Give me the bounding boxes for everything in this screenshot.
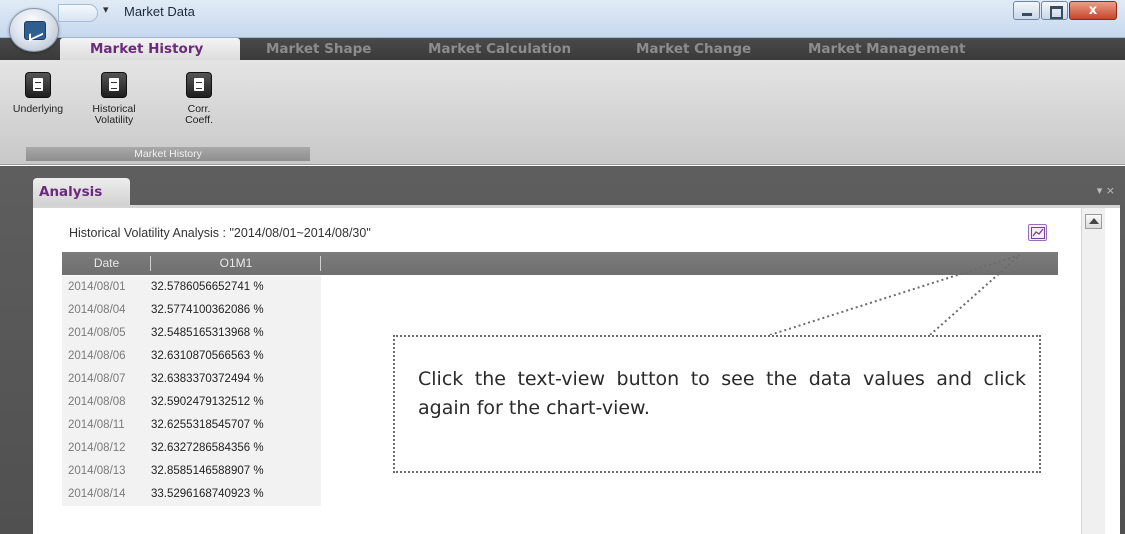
maximize-button[interactable]: [1041, 1, 1068, 20]
minimize-button[interactable]: [1013, 1, 1040, 20]
tab-analysis[interactable]: Analysis: [33, 178, 130, 205]
date-cell: 2014/08/04: [62, 299, 151, 322]
table-row[interactable]: 2014/08/14 33.5296168740923 %: [62, 483, 1058, 506]
volatility-value-cell: 32.5902479132512 %: [151, 391, 321, 414]
column-header-o1m1[interactable]: O1M1: [151, 252, 321, 275]
scroll-up-button[interactable]: [1085, 214, 1102, 229]
date-cell: 2014/08/07: [62, 368, 151, 391]
date-cell: 2014/08/12: [62, 437, 151, 460]
date-cell: 2014/08/05: [62, 322, 151, 345]
application-menu-button[interactable]: [9, 8, 59, 52]
tab-market-calculation[interactable]: Market Calculation: [428, 38, 571, 60]
tab-market-history[interactable]: Market History: [60, 38, 240, 60]
close-icon: x: [1088, 3, 1098, 18]
volatility-value-cell: 32.6310870566563 %: [151, 345, 321, 368]
date-cell: 2014/08/11: [62, 414, 151, 437]
ribbon-tab-bar: Market History Market Shape Market Calcu…: [0, 38, 1125, 60]
table-row[interactable]: 2014/08/04 32.5774100362086 %: [62, 299, 1058, 322]
vertical-scrollbar[interactable]: [1081, 208, 1105, 534]
ribbon-panel: Underlying Historical Volatility Corr. C…: [0, 60, 1125, 165]
underlying-label: Underlying: [12, 103, 64, 115]
title-bar: ▾ Market Data x: [0, 0, 1125, 38]
document-icon: [186, 72, 212, 98]
view-toggle-button[interactable]: [1028, 224, 1047, 241]
date-cell: 2014/08/01: [62, 276, 151, 299]
volatility-value-cell: 33.5296168740923 %: [151, 483, 321, 506]
corr-coeff-label: Corr. Coeff.: [185, 103, 213, 126]
table-row[interactable]: 2014/08/01 32.5786056652741 %: [62, 276, 1058, 299]
chart-app-icon: [24, 21, 46, 40]
volatility-value-cell: 32.5786056652741 %: [151, 276, 321, 299]
date-cell: 2014/08/13: [62, 460, 151, 483]
historical-volatility-label: Historical Volatility: [92, 103, 136, 126]
date-cell: 2014/08/14: [62, 483, 151, 506]
quick-access-toolbar[interactable]: [58, 4, 98, 22]
analysis-title: Historical Volatility Analysis : "2014/0…: [69, 226, 371, 240]
volatility-value-cell: 32.6255318545707 %: [151, 414, 321, 437]
historical-volatility-button[interactable]: Historical Volatility: [78, 72, 150, 126]
date-cell: 2014/08/06: [62, 345, 151, 368]
corr-coeff-button[interactable]: Corr. Coeff.: [168, 72, 230, 126]
volatility-value-cell: 32.6383370372494 %: [151, 368, 321, 391]
window-controls: x: [1012, 1, 1117, 20]
callout-box: Click the text-view button to see the da…: [393, 335, 1041, 473]
tab-market-management[interactable]: Market Management: [808, 38, 966, 60]
date-cell: 2014/08/08: [62, 391, 151, 414]
volatility-value-cell: 32.5485165313968 %: [151, 322, 321, 345]
volatility-value-cell: 32.5774100362086 %: [151, 299, 321, 322]
document-icon: [25, 72, 51, 98]
close-button[interactable]: x: [1069, 1, 1117, 20]
quick-access-dropdown-icon[interactable]: ▾: [103, 3, 109, 16]
tab-market-change[interactable]: Market Change: [636, 38, 751, 60]
table-header: Date O1M1: [62, 252, 1058, 275]
column-header-date[interactable]: Date: [62, 252, 151, 275]
chart-view-icon: [1031, 227, 1045, 239]
volatility-value-cell: 32.6327286584356 %: [151, 437, 321, 460]
tab-market-shape[interactable]: Market Shape: [266, 38, 371, 60]
panel-pin-close-controls[interactable]: ▾ ×: [1097, 184, 1115, 197]
document-icon: [101, 72, 127, 98]
underlying-button[interactable]: Underlying: [8, 72, 68, 115]
callout-text: Click the text-view button to see the da…: [418, 368, 1026, 419]
volatility-value-cell: 32.8585146588907 %: [151, 460, 321, 483]
ribbon-group-label: Market History: [26, 147, 310, 161]
window-title: Market Data: [124, 4, 195, 19]
